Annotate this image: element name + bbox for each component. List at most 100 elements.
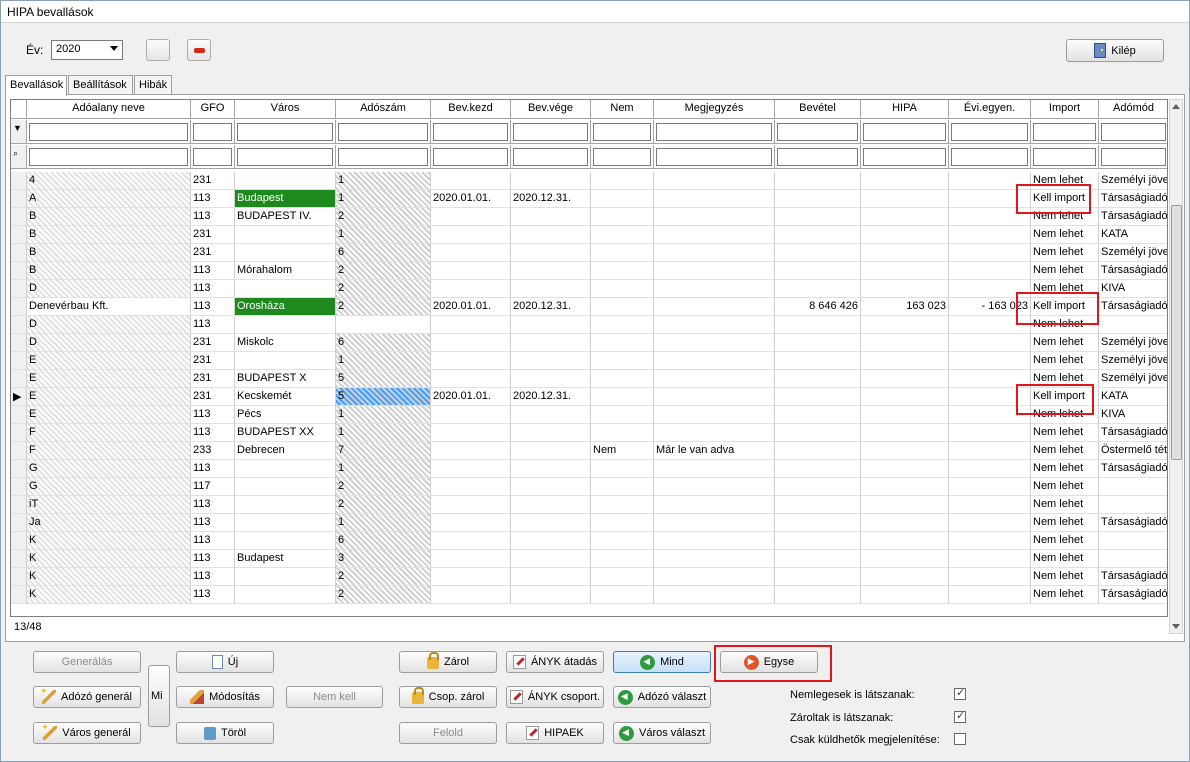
cell-mode[interactable]: Társaságiadó: [1099, 460, 1167, 478]
cell-name[interactable]: F: [27, 442, 191, 460]
cell-gfo[interactable]: 231: [191, 370, 235, 388]
cell-note[interactable]: [654, 478, 775, 496]
filter-input-city[interactable]: [237, 123, 333, 141]
cell-imp[interactable]: Nem lehet: [1031, 550, 1099, 568]
filter-input-gfo[interactable]: [193, 123, 232, 141]
cell-gfo[interactable]: 113: [191, 496, 235, 514]
cell-hipa[interactable]: [861, 496, 949, 514]
cell-name[interactable]: Ja: [27, 514, 191, 532]
column-header-nem[interactable]: Nem: [591, 100, 654, 119]
cell-start[interactable]: [431, 424, 511, 442]
cell-name[interactable]: 4: [27, 172, 191, 190]
cell-tax[interactable]: [336, 316, 431, 334]
cell-nem[interactable]: [591, 532, 654, 550]
table-row[interactable]: ▶ E 231 Kecskemét 5 2020.01.01. 2020.12.31. Kel…: [11, 388, 1167, 406]
cell-nem[interactable]: [591, 226, 654, 244]
cell-rev[interactable]: [775, 190, 861, 208]
cell-note[interactable]: [654, 586, 775, 604]
cell-rev[interactable]: [775, 316, 861, 334]
column-header-hipa[interactable]: HIPA: [861, 100, 949, 119]
cell-imp[interactable]: Nem lehet: [1031, 334, 1099, 352]
cell-note[interactable]: Már le van adva: [654, 442, 775, 460]
cell-hipa[interactable]: [861, 262, 949, 280]
cell-nem[interactable]: [591, 586, 654, 604]
cell-rev[interactable]: 8 646 426: [775, 298, 861, 316]
cell-start[interactable]: [431, 460, 511, 478]
cell-nem[interactable]: [591, 298, 654, 316]
anyk-group-button[interactable]: ÁNYK csoport.: [506, 686, 604, 708]
cell-gfo[interactable]: 231: [191, 172, 235, 190]
cell-note[interactable]: [654, 172, 775, 190]
cell-tax[interactable]: 2: [336, 478, 431, 496]
table-row[interactable]: D 113 Nem lehet: [11, 316, 1167, 334]
cell-rev[interactable]: [775, 226, 861, 244]
cell-tax[interactable]: 2: [336, 262, 431, 280]
cell-note[interactable]: [654, 370, 775, 388]
cell-rev[interactable]: [775, 172, 861, 190]
cell-mode[interactable]: Személyi jöve: [1099, 352, 1167, 370]
cell-hipa[interactable]: [861, 244, 949, 262]
cell-city[interactable]: [235, 280, 336, 298]
cell-imp[interactable]: Nem lehet: [1031, 262, 1099, 280]
table-row[interactable]: B 231 6 Nem lehet Személyi jöve: [11, 244, 1167, 262]
cell-imp[interactable]: Nem lehet: [1031, 586, 1099, 604]
cell-gfo[interactable]: 117: [191, 478, 235, 496]
column-header-city[interactable]: Város: [235, 100, 336, 119]
search-input-rev[interactable]: [777, 148, 858, 166]
data-grid[interactable]: Adóalany neve GFO Város Adószám Bev.kezd Bev.…: [10, 99, 1168, 617]
cell-end[interactable]: [511, 280, 591, 298]
cell-end[interactable]: [511, 406, 591, 424]
scroll-thumb[interactable]: [1171, 205, 1182, 460]
cell-evi[interactable]: [949, 550, 1031, 568]
cell-gfo[interactable]: 113: [191, 550, 235, 568]
cell-start[interactable]: 2020.01.01.: [431, 298, 511, 316]
cell-city[interactable]: Budapest: [235, 190, 336, 208]
cell-gfo[interactable]: 113: [191, 190, 235, 208]
cell-tax[interactable]: 6: [336, 244, 431, 262]
cell-city[interactable]: [235, 532, 336, 550]
cell-tax[interactable]: 1: [336, 226, 431, 244]
cell-end[interactable]: [511, 262, 591, 280]
cell-tax[interactable]: 2: [336, 280, 431, 298]
cell-start[interactable]: [431, 550, 511, 568]
search-input-hipa[interactable]: [863, 148, 946, 166]
cell-start[interactable]: [431, 316, 511, 334]
column-header-name[interactable]: Adóalany neve: [27, 100, 191, 119]
cell-end[interactable]: [511, 532, 591, 550]
cell-start[interactable]: [431, 478, 511, 496]
cell-nem[interactable]: [591, 568, 654, 586]
cell-gfo[interactable]: 231: [191, 352, 235, 370]
cell-mode[interactable]: Östermelő téte: [1099, 442, 1167, 460]
cell-note[interactable]: [654, 532, 775, 550]
table-row[interactable]: G 113 1 Nem lehet Társaságiadó: [11, 460, 1167, 478]
cell-rev[interactable]: [775, 568, 861, 586]
cell-city[interactable]: [235, 478, 336, 496]
table-row[interactable]: K 113 6 Nem lehet: [11, 532, 1167, 550]
cell-rev[interactable]: [775, 280, 861, 298]
cell-tax[interactable]: 7: [336, 442, 431, 460]
cell-tax[interactable]: 1: [336, 460, 431, 478]
cell-name[interactable]: K: [27, 568, 191, 586]
cell-rev[interactable]: [775, 334, 861, 352]
cell-city[interactable]: [235, 352, 336, 370]
cell-hipa[interactable]: [861, 586, 949, 604]
search-input-city[interactable]: [237, 148, 333, 166]
cell-evi[interactable]: [949, 226, 1031, 244]
cell-evi[interactable]: [949, 262, 1031, 280]
filter-input-nem[interactable]: [593, 123, 651, 141]
cell-rev[interactable]: [775, 370, 861, 388]
filter-input-rev[interactable]: [777, 123, 858, 141]
tab-hibak[interactable]: Hibák: [134, 75, 172, 95]
column-header-mode[interactable]: Adómód: [1099, 100, 1167, 119]
show-nil-returns-checkbox[interactable]: [954, 686, 966, 700]
vertical-scrollbar[interactable]: [1169, 99, 1183, 634]
cell-rev[interactable]: [775, 532, 861, 550]
search-input-note[interactable]: [656, 148, 772, 166]
cell-end[interactable]: [511, 424, 591, 442]
cell-note[interactable]: [654, 460, 775, 478]
cell-note[interactable]: [654, 424, 775, 442]
search-input-end[interactable]: [513, 148, 588, 166]
cell-mode[interactable]: Társaságiadó: [1099, 424, 1167, 442]
cell-imp[interactable]: Nem lehet: [1031, 352, 1099, 370]
column-header-gfo[interactable]: GFO: [191, 100, 235, 119]
